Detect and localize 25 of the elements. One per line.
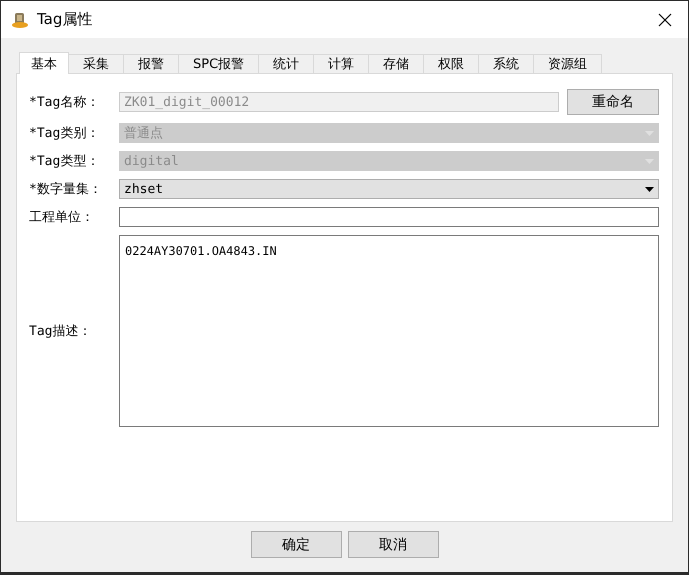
dialog-button[interactable]: 确定 <box>250 531 342 558</box>
text-field[interactable] <box>119 207 659 227</box>
tab[interactable]: 系统 <box>478 54 534 73</box>
field-label: Tag描述： <box>29 323 92 340</box>
dropdown-arrow-icon <box>645 186 654 192</box>
field-label: *数字量集： <box>29 181 103 198</box>
field-label: *Tag类型： <box>29 153 100 170</box>
tab[interactable]: 计算 <box>313 54 370 73</box>
field-label: *Tag类别： <box>29 125 100 142</box>
tab[interactable]: SPC报警 <box>178 54 260 73</box>
tab[interactable]: 统计 <box>258 54 314 73</box>
window-title: Tag属性 <box>37 10 94 29</box>
dropdown[interactable]: zhset <box>119 179 659 199</box>
tab[interactable]: 基本 <box>19 52 69 74</box>
tab[interactable]: 采集 <box>68 54 124 73</box>
tab[interactable]: 权限 <box>423 54 480 73</box>
field-label: 工程单位： <box>29 209 95 226</box>
app-icon <box>11 10 29 28</box>
tab[interactable]: 报警 <box>123 54 179 73</box>
tab[interactable]: 资源组 <box>533 54 602 73</box>
description-field[interactable]: 0224AY30701.OA4843.IN <box>119 235 659 427</box>
dialog-button[interactable]: 取消 <box>348 531 438 558</box>
tab[interactable]: 存储 <box>368 54 424 73</box>
close-icon[interactable] <box>658 12 672 26</box>
field-label: *Tag名称： <box>29 94 100 111</box>
